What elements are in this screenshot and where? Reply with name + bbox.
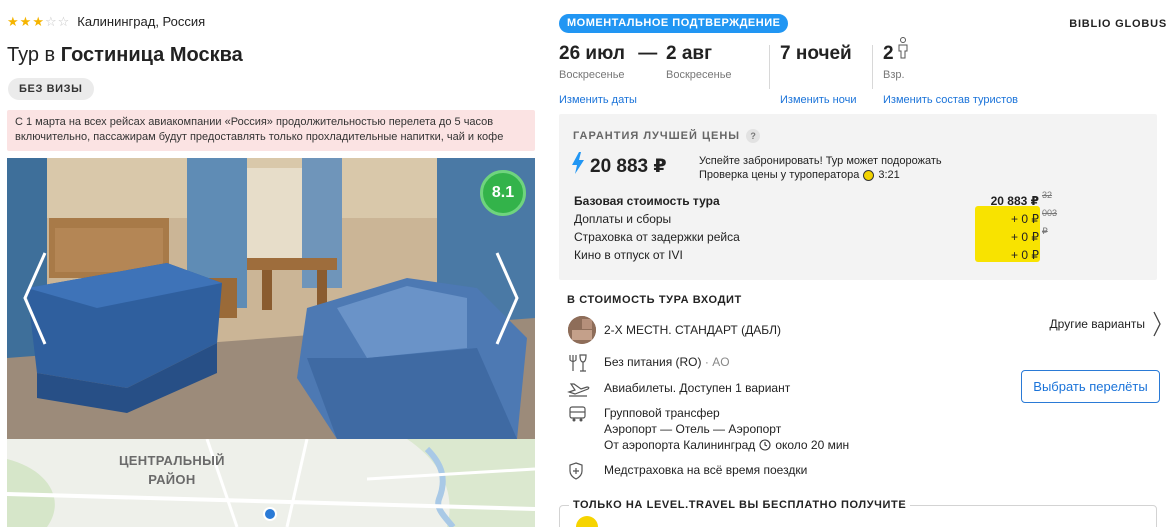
best-price-guarantee: ГАРАНТИЯ ЛУЧШЕЙ ЦЕНЫ ?	[573, 129, 761, 143]
includes-heading: В СТОИМОСТЬ ТУРА ВХОДИТ	[567, 294, 742, 306]
transfer-text: Групповой трансфер Аэропорт — Отель — Аэ…	[604, 405, 849, 453]
airline-notice: С 1 марта на всех рейсах авиакомпании «Р…	[7, 110, 535, 151]
breakdown-label: Кино в отпуск от IVI	[574, 248, 683, 262]
clock-icon	[863, 169, 875, 181]
meal-code: · AO	[704, 355, 730, 369]
person-icon	[898, 37, 908, 59]
lightning-icon	[572, 152, 584, 174]
price-warning: Успейте забронировать! Тур может подорож…	[699, 154, 942, 182]
breakdown-value: 20 883 ₽	[990, 194, 1039, 208]
date-to: 2 авг	[666, 43, 713, 64]
nights-count: 7 ночей	[780, 43, 852, 64]
total-price: 20 883 ₽	[590, 156, 667, 177]
transfer-time: около 20 мин	[775, 438, 850, 452]
hotel-photo[interactable]: 8.1	[7, 158, 535, 439]
hurry-text: Успейте забронировать! Тур может подорож…	[699, 155, 942, 167]
bonus-heading: ТОЛЬКО НА LEVEL.TRAVEL ВЫ БЕСПЛАТНО ПОЛУ…	[569, 499, 911, 511]
breakdown-value: + 0 ₽	[1011, 248, 1039, 262]
day-to: Воскресенье	[666, 69, 732, 81]
change-dates-link[interactable]: Изменить даты	[559, 94, 637, 106]
divider	[769, 45, 770, 89]
room-thumbnail	[568, 316, 596, 344]
hotel-map[interactable]: ЦЕНТРАЛЬНЫЙ РАЙОН	[7, 439, 535, 527]
clock-icon	[759, 439, 771, 451]
prev-photo-button[interactable]	[21, 251, 51, 346]
flights-text: Авиабилеты. Доступен 1 вариант	[604, 381, 791, 395]
other-variants-link[interactable]: Другие варианты	[1050, 317, 1145, 331]
tour-operator: BIBLIO GLOBUS	[1069, 18, 1167, 30]
map-district-label: ЦЕНТРАЛЬНЫЙ РАЙОН	[119, 451, 225, 489]
breakdown-row: Страховка от задержки рейса + 0 ₽	[574, 228, 1049, 246]
price-timer: 3:21	[878, 169, 900, 181]
hotel-name: Гостиница Москва	[60, 44, 243, 66]
price-box: ГАРАНТИЯ ЛУЧШЕЙ ЦЕНЫ ? 20 883 ₽ Успейте …	[559, 114, 1157, 280]
divider	[872, 45, 873, 89]
breakdown-row: Доплаты и сборы + 0 ₽	[574, 210, 1049, 228]
star-empty-icon: ☆	[44, 14, 57, 29]
price-breakdown: Базовая стоимость тура 20 883 ₽ 32 003 ₽…	[574, 190, 1057, 264]
map-image	[7, 439, 535, 527]
breakdown-row: Базовая стоимость тура 20 883 ₽ 32 003 ₽	[574, 190, 1057, 236]
star-icon: ★	[19, 14, 32, 29]
next-photo-button[interactable]	[491, 251, 521, 346]
tour-column: МОМЕНТАЛЬНОЕ ПОДТВЕРЖДЕНИЕ BIBLIO GLOBUS…	[559, 0, 1174, 527]
room-type: 2-Х МЕСТН. СТАНДАРТ (ДАБЛ)	[604, 323, 781, 337]
meal-icon	[569, 354, 587, 372]
hotel-column: ★ ★ ★ ☆ ☆ Калининград, Россия Тур в Гост…	[7, 0, 535, 527]
insurance-text: Медстраховка на всё время поездки	[604, 463, 808, 477]
guarantee-label: ГАРАНТИЯ ЛУЧШЕЙ ЦЕНЫ	[573, 130, 741, 142]
help-icon[interactable]: ?	[746, 129, 761, 143]
plane-icon	[567, 383, 590, 397]
page-title: Тур в Гостиница Москва	[7, 44, 243, 67]
change-nights-link[interactable]: Изменить ночи	[780, 94, 857, 106]
meal-type: Без питания (RO)	[604, 355, 702, 369]
nights-block: 7 ночей	[780, 43, 852, 65]
transfer-title: Групповой трансфер	[604, 406, 720, 420]
change-tourists-link[interactable]: Изменить состав туристов	[883, 94, 1018, 106]
breakdown-label: Доплаты и сборы	[574, 212, 672, 226]
breakdown-label: Страховка от задержки рейса	[574, 230, 740, 244]
hotel-location: Калининград, Россия	[77, 14, 206, 29]
breakdown-row: Кино в отпуск от IVI + 0 ₽	[574, 246, 1049, 264]
visa-free-badge: БЕЗ ВИЗЫ	[8, 78, 94, 100]
star-icon: ★	[32, 14, 44, 29]
map-district-line: РАЙОН	[148, 472, 196, 487]
star-icon: ★	[7, 14, 19, 29]
day-from: Воскресенье	[559, 69, 625, 81]
check-text: Проверка цены у туроператора	[699, 169, 860, 181]
bonus-box: ТОЛЬКО НА LEVEL.TRAVEL ВЫ БЕСПЛАТНО ПОЛУ…	[559, 499, 1157, 527]
notice-line: включительно, пассажирам будут предостав…	[15, 131, 504, 143]
date-from-block: 26 июл — Воскресенье	[559, 43, 657, 81]
star-empty-icon: ☆	[57, 14, 70, 29]
bonus-icon	[576, 516, 598, 527]
map-district-line: ЦЕНТРАЛЬНЫЙ	[119, 453, 225, 468]
star-rating: ★ ★ ★ ☆ ☆	[7, 15, 69, 28]
breakdown-label: Базовая стоимость тура	[574, 194, 720, 208]
title-prefix: Тур в	[7, 44, 56, 66]
shield-icon	[569, 462, 583, 480]
date-dash: —	[638, 43, 658, 64]
breakdown-value: + 0 ₽	[1011, 230, 1039, 244]
choose-flights-button[interactable]: Выбрать перелёты	[1021, 370, 1160, 403]
transfer-from: От аэропорта Калининград	[604, 438, 756, 452]
tourists-label: Взр.	[883, 69, 905, 81]
rating-badge: 8.1	[480, 170, 526, 216]
hotel-location-row: ★ ★ ★ ☆ ☆ Калининград, Россия	[7, 14, 205, 29]
room-photo-image	[7, 158, 535, 439]
tourists-count: 2	[883, 43, 894, 64]
room-thumbnail-image	[568, 316, 596, 344]
bus-icon	[569, 406, 586, 422]
chevron-right-icon[interactable]	[1152, 311, 1162, 337]
notice-line: С 1 марта на всех рейсах авиакомпании «Р…	[15, 116, 494, 128]
chevron-left-icon	[23, 252, 47, 345]
transfer-route: Аэропорт — Отель — Аэропорт	[604, 422, 782, 436]
date-from: 26 июл	[559, 43, 625, 64]
instant-confirmation-badge: МОМЕНТАЛЬНОЕ ПОДТВЕРЖДЕНИЕ	[559, 14, 789, 33]
date-to-block: 2 авг Воскресенье	[666, 43, 732, 81]
chevron-right-icon	[495, 252, 519, 345]
breakdown-value: + 0 ₽	[1011, 212, 1039, 226]
tourists-block: 2 Взр.	[883, 37, 909, 81]
